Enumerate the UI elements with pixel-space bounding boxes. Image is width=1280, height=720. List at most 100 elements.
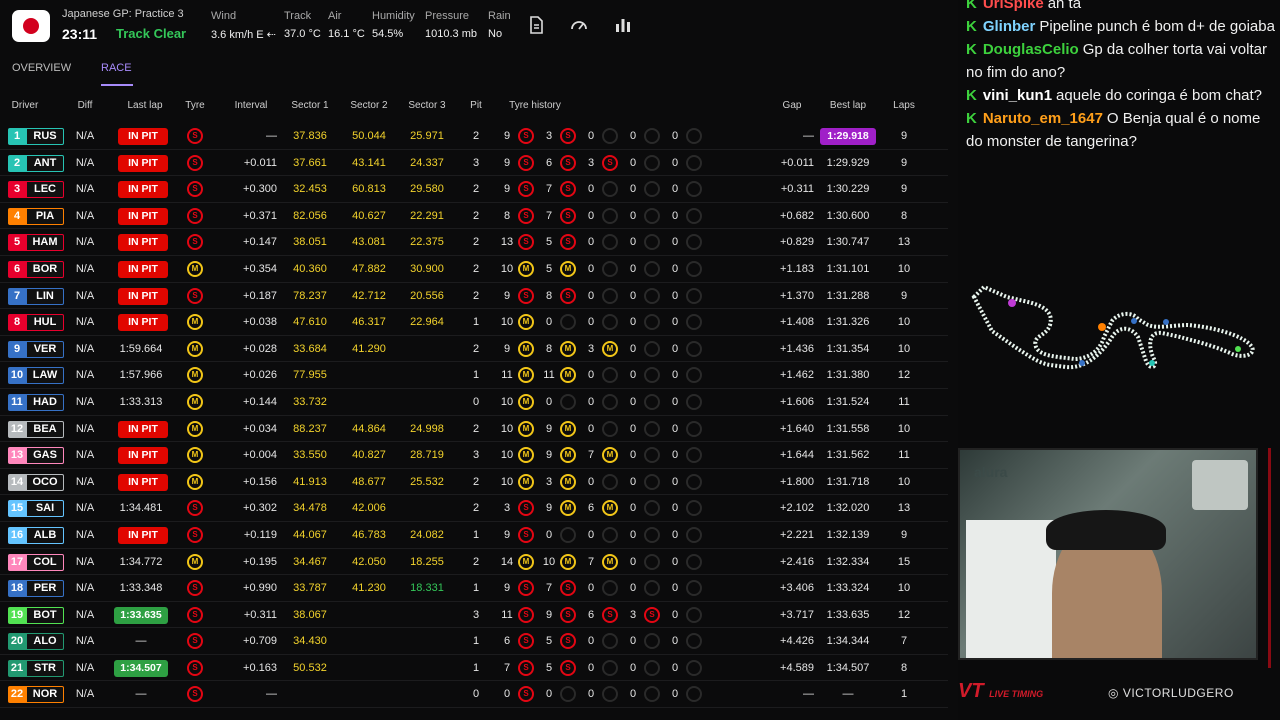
stint-tyre-icon: M	[518, 393, 534, 410]
car-marker-ver	[1131, 318, 1137, 324]
pit-count: 2	[472, 342, 480, 355]
diff: N/A	[75, 661, 95, 674]
weather-label: Rain	[488, 10, 511, 22]
stint-laps: 0	[587, 316, 595, 329]
speedometer-icon[interactable]	[570, 16, 588, 34]
table-row[interactable]: 17 COL N/A 1:34.772 M +0.195 34.467 42.050 18.25…	[0, 549, 948, 576]
weather-value: No	[488, 28, 503, 40]
sector-2: 47.882	[352, 262, 386, 275]
tab-race[interactable]: RACE	[101, 62, 132, 74]
last-lap: 1:33.348	[119, 582, 163, 595]
table-row[interactable]: 5 HAM N/A IN PIT S +0.147 38.051 43.081 22.375 2 1…	[0, 229, 948, 256]
stint-laps: 11	[501, 608, 513, 621]
stint-tyre-icon	[644, 393, 660, 410]
chat-username[interactable]: Naruto_em_1647	[983, 110, 1103, 127]
table-row[interactable]: 6 BOR N/A IN PIT M +0.354 40.360 47.882 30.900 2 1…	[0, 256, 948, 283]
stint-laps: 0	[671, 156, 679, 169]
table-row[interactable]: 11 HAD N/A 1:33.313 M +0.144 33.732 0 10 M 0 0 0 0 +1.…	[0, 389, 948, 416]
sector-1: 34.467	[293, 555, 327, 568]
table-row[interactable]: 12 BEA N/A IN PIT M +0.034 88.237 44.864 24.998 2…	[0, 416, 948, 443]
stint-tyre-icon	[602, 181, 618, 198]
stint-tyre-icon: M	[518, 260, 534, 277]
chat-username[interactable]: DouglasCelio	[983, 41, 1079, 58]
in-pit-badge: IN PIT	[118, 287, 168, 305]
table-row[interactable]: 20 ALO N/A — S +0.709 34.430 1 6 S 5 S 0 0 0 +4.426 1:34…	[0, 628, 948, 655]
driver-code: PIA	[26, 207, 64, 225]
document-icon[interactable]	[527, 16, 545, 34]
pit-count: 2	[472, 183, 480, 196]
weather-label: Humidity	[372, 10, 415, 22]
stint-laps: 0	[587, 183, 595, 196]
bar-chart-icon[interactable]	[614, 16, 632, 34]
interval: +0.144	[243, 395, 277, 408]
best-lap: 1:30.600	[826, 209, 870, 222]
laps: 9	[900, 528, 908, 541]
laps: 10	[897, 422, 911, 435]
gap: +4.589	[780, 661, 814, 674]
table-row[interactable]: 13 GAS N/A IN PIT M +0.004 33.550 40.827 28.719 3…	[0, 442, 948, 469]
position: 15	[8, 500, 26, 518]
sector-3: 30.900	[410, 262, 444, 275]
driver-code: BOR	[26, 260, 64, 278]
stint-laps: 0	[671, 555, 679, 568]
sector-3: 22.375	[410, 236, 444, 249]
tyre-compound-icon: S	[187, 181, 203, 198]
table-row[interactable]: 3 LEC N/A IN PIT S +0.300 32.453 60.813 29.580 2 9…	[0, 176, 948, 203]
chat-username[interactable]: vini_kun1	[983, 87, 1052, 104]
stint-tyre-icon	[686, 314, 702, 331]
stint-laps: 0	[629, 555, 637, 568]
in-pit-badge: IN PIT	[118, 154, 168, 172]
stint-laps: 0	[629, 289, 637, 302]
stint-laps: 0	[629, 528, 637, 541]
sector-3: 24.082	[410, 528, 444, 541]
table-row[interactable]: 21 STR N/A 1:34.507 S +0.163 50.532 1 7 S 5 S 0 0 0 +4.…	[0, 655, 948, 682]
weather-value: 16.1 °C	[328, 28, 365, 40]
chat-username[interactable]: Glinber	[983, 18, 1036, 35]
weather-pressure: Pressure 1010.3 mb	[425, 10, 477, 40]
weather-air: Air 16.1 °C	[328, 10, 365, 40]
sector-3: 18.255	[410, 555, 444, 568]
weather-value: 3.6 km/h E ⇠	[211, 29, 276, 41]
best-lap: 1:32.334	[826, 555, 870, 568]
sector-2: 46.783	[352, 528, 386, 541]
best-lap: 1:30.747	[826, 236, 870, 249]
column-header: Tyre	[185, 100, 205, 111]
table-row[interactable]: 16 ALB N/A IN PIT S +0.119 44.067 46.783 24.082 1…	[0, 522, 948, 549]
table-row[interactable]: 15 SAI N/A 1:34.481 S +0.302 34.478 42.006 2 3 S 9 M…	[0, 495, 948, 522]
stint-tyre-icon	[686, 234, 702, 251]
table-row[interactable]: 4 PIA N/A IN PIT S +0.371 82.056 40.627 22.291 2 8…	[0, 203, 948, 230]
chat-message: K UriSpike ah ta	[966, 0, 1280, 15]
table-row[interactable]: 7 LIN N/A IN PIT S +0.187 78.237 42.712 20.556 2 9…	[0, 283, 948, 310]
chat-text: Pipeline punch é bom d+ de goiaba	[1039, 18, 1275, 35]
in-pit-badge: IN PIT	[118, 207, 168, 225]
position: 22	[8, 686, 26, 704]
table-row[interactable]: 9 VER N/A 1:59.664 M +0.028 33.684 41.290 2 9 M 8 M 3…	[0, 336, 948, 363]
stint-tyre-icon	[644, 526, 660, 543]
diff: N/A	[75, 369, 95, 382]
table-row[interactable]: 1 RUS N/A IN PIT S —37.836 50.044 25.971 2 9 S 3 S 0 0…	[0, 123, 948, 150]
table-row[interactable]: 18 PER N/A 1:33.348 S +0.990 33.787 41.230 18.33…	[0, 575, 948, 602]
table-row[interactable]: 14 OCO N/A IN PIT M +0.156 41.913 48.677 25.532 2…	[0, 469, 948, 496]
stint-laps: 3	[587, 342, 595, 355]
table-row[interactable]: 22 NOR N/A — S —0 0 S 0 0 0 0— —1	[0, 681, 948, 709]
driver-code: ALB	[26, 526, 64, 544]
stint-laps: 0	[629, 661, 637, 674]
stint-laps: 0	[671, 688, 679, 701]
sector-2: 42.712	[352, 289, 386, 302]
stint-tyre-icon: M	[560, 420, 576, 437]
stream-layout: Japanese GP: Practice 3 23:11 Track Clea…	[0, 0, 1280, 720]
table-row[interactable]: 2 ANT N/A IN PIT S +0.011 37.661 43.141 24.337 3 9…	[0, 150, 948, 177]
table-row[interactable]: 19 BOT N/A 1:33.635 S +0.311 38.067 3 11 S 9 S 6 S 3 S 0…	[0, 602, 948, 629]
gap: +1.800	[780, 475, 814, 488]
chat-username[interactable]: UriSpike	[983, 0, 1044, 12]
tyre-compound-icon: S	[187, 526, 203, 543]
stint-laps: 0	[587, 528, 595, 541]
stint-laps: 0	[671, 582, 679, 595]
table-row[interactable]: 10 LAW N/A 1:57.966 M +0.026 77.955 1 11 M 11 M 0 0 0 +…	[0, 362, 948, 389]
interval: +0.311	[243, 608, 277, 621]
interval: +0.004	[243, 449, 277, 462]
car-marker-ant	[1149, 360, 1155, 366]
tab-overview[interactable]: OVERVIEW	[12, 62, 71, 74]
stint-tyre-icon: M	[518, 420, 534, 437]
table-row[interactable]: 8 HUL N/A IN PIT M +0.038 47.610 46.317 22.964 1 1…	[0, 309, 948, 336]
